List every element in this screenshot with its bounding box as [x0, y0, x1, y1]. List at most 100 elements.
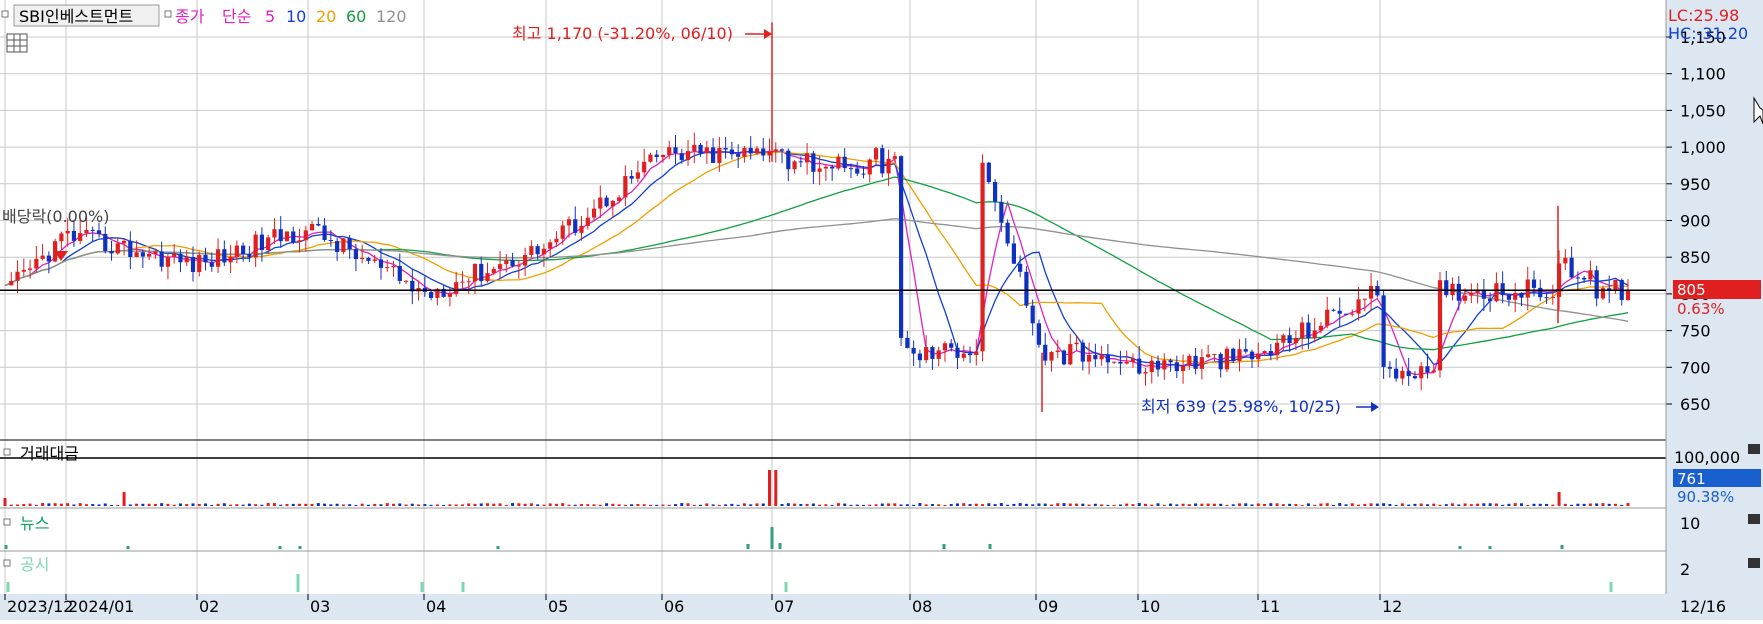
- data-table-icon[interactable]: [6, 33, 28, 53]
- trading-value-bar: [1532, 503, 1536, 506]
- chart-canvas[interactable]: 6507007508008509009501,0001,0501,1001,15…: [0, 0, 1763, 620]
- trading-value-bar: [385, 503, 389, 506]
- candle-body: [222, 249, 227, 263]
- trading-value-bar: [78, 503, 82, 506]
- trading-value-bar: [460, 504, 464, 506]
- trading-value-bar: [1049, 504, 1053, 506]
- trading-value-bar: [1482, 503, 1486, 506]
- candle-body: [1049, 352, 1054, 361]
- candle-body: [1036, 323, 1042, 345]
- trading-value-bar: [467, 503, 471, 506]
- ma-5-label[interactable]: 5: [265, 7, 275, 26]
- candle-body: [1193, 355, 1198, 369]
- candle-body: [1093, 354, 1098, 360]
- close-icon[interactable]: [1748, 558, 1760, 568]
- candle-body: [1018, 263, 1023, 272]
- date-tick-label: 08: [912, 597, 932, 616]
- trading-value-bar: [1250, 504, 1254, 506]
- lc-label: LC:25.98: [1668, 6, 1739, 25]
- trading-value-bar: [34, 504, 38, 506]
- date-tick-label: 03: [310, 597, 330, 616]
- trading-value-bar: [705, 503, 709, 506]
- trading-value-bar: [191, 503, 195, 506]
- candle-body: [1168, 360, 1173, 363]
- trading-value-bar: [805, 503, 809, 506]
- trading-value-bar: [1588, 503, 1592, 506]
- candle-body: [1030, 305, 1035, 324]
- stock-chart-window: 6507007508008509009501,0001,0501,1001,15…: [0, 0, 1763, 620]
- candle-body: [1481, 290, 1486, 299]
- candle-body: [1086, 354, 1092, 362]
- trading-value-bar: [636, 503, 640, 506]
- candle-body: [792, 161, 797, 170]
- candle-body: [535, 246, 540, 255]
- trading-value-bar: [699, 504, 703, 506]
- trading-value-bar: [3, 498, 7, 506]
- trading-value-bar: [918, 503, 922, 506]
- legend-square-icon: [1, 10, 9, 18]
- trading-value-bar: [341, 504, 345, 506]
- candle-body: [504, 260, 509, 265]
- trading-value-bar: [1087, 504, 1091, 506]
- candle-body: [71, 230, 77, 241]
- trading-value-bar: [1388, 503, 1392, 506]
- trading-value-bar: [379, 504, 383, 506]
- trading-value-bar: [1143, 503, 1147, 506]
- candle-body: [1575, 277, 1580, 279]
- date-tick-label: 2024/01: [68, 597, 134, 616]
- candle-body: [172, 253, 177, 258]
- trading-value-bar: [580, 504, 584, 506]
- price-tick-label: 700: [1680, 358, 1711, 377]
- trading-value-bar: [1538, 503, 1542, 506]
- trading-value-bar: [655, 504, 659, 506]
- trading-value-bar: [768, 470, 772, 506]
- trading-value-bar: [742, 503, 746, 506]
- candle-body: [1306, 322, 1311, 339]
- candle-body: [742, 147, 747, 157]
- trading-value-bar: [1576, 503, 1580, 506]
- trading-value-bar: [648, 504, 652, 506]
- trading-value-bar: [53, 503, 57, 506]
- candle-body: [949, 343, 954, 348]
- close-icon[interactable]: [1748, 514, 1760, 524]
- trading-value-bar: [592, 504, 596, 506]
- candle-body: [1394, 368, 1399, 379]
- trading-value-bar: [1118, 504, 1122, 506]
- trading-value-bar: [1219, 503, 1223, 506]
- trading-value-bar: [1382, 503, 1386, 506]
- date-tick-label: 2023/12: [7, 597, 73, 616]
- trading-value-bar: [1613, 503, 1617, 506]
- ma-10-label[interactable]: 10: [286, 7, 306, 26]
- trading-value-bar: [1037, 503, 1041, 506]
- candle-body: [1500, 283, 1505, 296]
- trading-value-bar: [417, 504, 421, 506]
- candle-body: [830, 166, 835, 169]
- candle-body: [754, 148, 760, 154]
- ma-120-label[interactable]: 120: [376, 7, 407, 26]
- candle-body: [880, 148, 885, 174]
- trading-value-bar: [247, 503, 251, 506]
- disclosure-bar: [6, 582, 10, 592]
- candle-body: [335, 241, 340, 253]
- trading-value-bar: [1231, 504, 1235, 506]
- trading-value-bar: [981, 504, 985, 506]
- trading-value-bar: [749, 504, 753, 506]
- candle-body: [1350, 313, 1355, 315]
- trading-value-bar: [1043, 503, 1047, 506]
- disclosure-axis-label: 2: [1680, 560, 1690, 579]
- candle-body: [523, 254, 528, 266]
- candle-body: [961, 353, 966, 358]
- trading-value-bar: [661, 504, 665, 506]
- candle-body: [648, 154, 653, 162]
- close-icon[interactable]: [1748, 444, 1760, 454]
- candle-body: [541, 248, 547, 255]
- candle-body: [347, 238, 352, 250]
- candle-body: [698, 144, 703, 154]
- ma-60-label[interactable]: 60: [346, 7, 366, 26]
- candle-body: [704, 147, 709, 154]
- candle-body: [84, 229, 89, 234]
- volume-panel-title: 거래대금: [20, 444, 79, 463]
- trading-value-bar: [686, 503, 690, 506]
- ma-20-label[interactable]: 20: [316, 7, 336, 26]
- trading-value-bar: [147, 503, 151, 506]
